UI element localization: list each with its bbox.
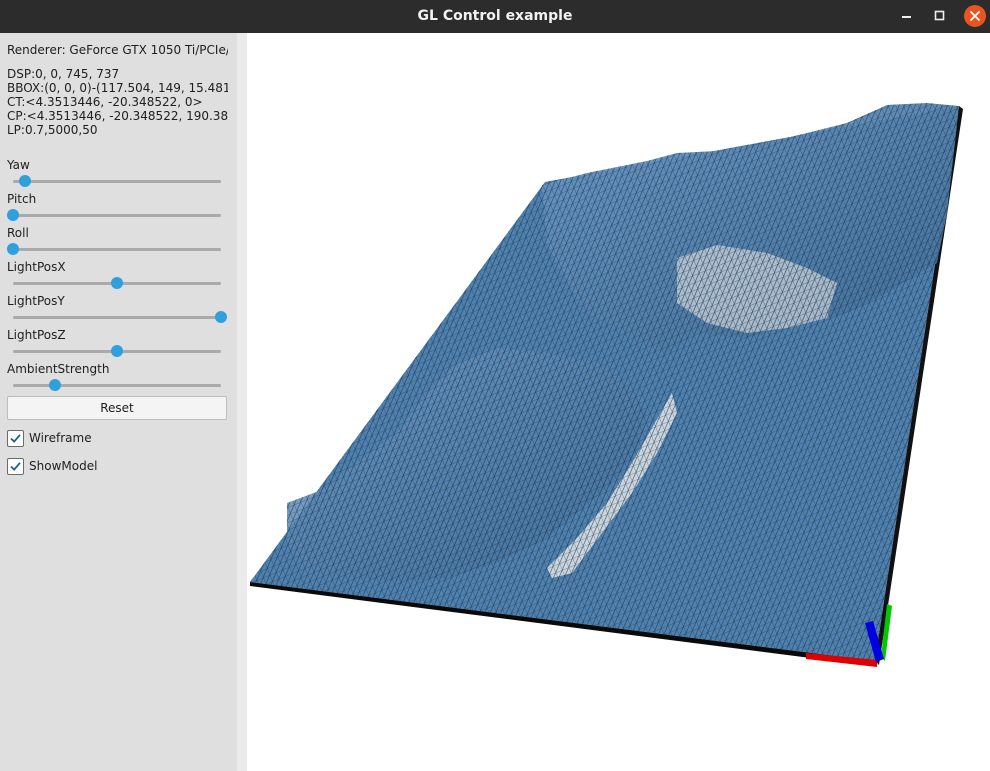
- gl-viewport[interactable]: [247, 33, 990, 771]
- lightposy-slider[interactable]: [13, 311, 227, 323]
- window-title: GL Control example: [417, 8, 573, 24]
- reset-button[interactable]: Reset: [7, 396, 227, 420]
- showmodel-checkbox-box[interactable]: [7, 458, 24, 475]
- pitch-slider-thumb[interactable]: [7, 209, 19, 221]
- terrain-mesh: [250, 103, 963, 666]
- roll-slider-thumb[interactable]: [7, 243, 19, 255]
- lightposx-slider-thumb[interactable]: [111, 277, 123, 289]
- wireframe-checkbox-box[interactable]: [7, 430, 24, 447]
- lightposx-label: LightPosX: [7, 260, 66, 274]
- maximize-icon: [934, 10, 945, 21]
- ambientstrength-label: AmbientStrength: [7, 362, 110, 376]
- lightposy-slider-thumb[interactable]: [215, 311, 227, 323]
- close-button[interactable]: [964, 5, 986, 27]
- lightposy-label: LightPosY: [7, 294, 65, 308]
- roll-slider[interactable]: [7, 243, 221, 255]
- pitch-slider[interactable]: [7, 209, 221, 221]
- maximize-button[interactable]: [930, 6, 950, 26]
- minimize-icon: [902, 16, 911, 18]
- ambientstrength-slider-thumb[interactable]: [48, 379, 61, 391]
- wireframe-label: Wireframe: [29, 431, 92, 445]
- info-dsp: DSP:0, 0, 745, 737: [7, 67, 120, 81]
- control-sidebar: Renderer: GeForce GTX 1050 Ti/PCIe/SSE2 …: [0, 33, 237, 771]
- checkmark-icon: [10, 434, 21, 443]
- yaw-slider[interactable]: [13, 175, 221, 187]
- checkmark-icon: [10, 462, 21, 471]
- lightposz-slider-thumb[interactable]: [111, 345, 123, 357]
- close-icon: [970, 11, 980, 21]
- yaw-slider-thumb[interactable]: [19, 175, 32, 187]
- terrain-render: [250, 103, 963, 667]
- minimize-button[interactable]: [897, 6, 917, 26]
- info-bbox: BBOX:(0, 0, 0)-(117.504, 149, 15.481): [7, 81, 228, 95]
- title-bar: GL Control example: [0, 0, 990, 33]
- lightposx-slider[interactable]: [13, 277, 221, 289]
- yaw-label: Yaw: [7, 158, 30, 172]
- info-cp: CP:<4.3513446, -20.348522, 190.38>: [7, 109, 228, 123]
- lightposz-label: LightPosZ: [7, 328, 66, 342]
- info-ct: CT:<4.3513446, -20.348522, 0>: [7, 95, 203, 109]
- renderer-label: Renderer: GeForce GTX 1050 Ti/PCIe/SSE2: [7, 43, 228, 57]
- info-panel: DSP:0, 0, 745, 737 BBOX:(0, 0, 0)-(117.5…: [7, 67, 228, 137]
- ambientstrength-slider[interactable]: [13, 379, 221, 391]
- info-lp: LP:0.7,5000,50: [7, 123, 98, 137]
- showmodel-label: ShowModel: [29, 459, 98, 473]
- splitter-handle[interactable]: [237, 33, 247, 771]
- lightposz-slider[interactable]: [13, 345, 221, 357]
- roll-label: Roll: [7, 226, 29, 240]
- pitch-label: Pitch: [7, 192, 37, 206]
